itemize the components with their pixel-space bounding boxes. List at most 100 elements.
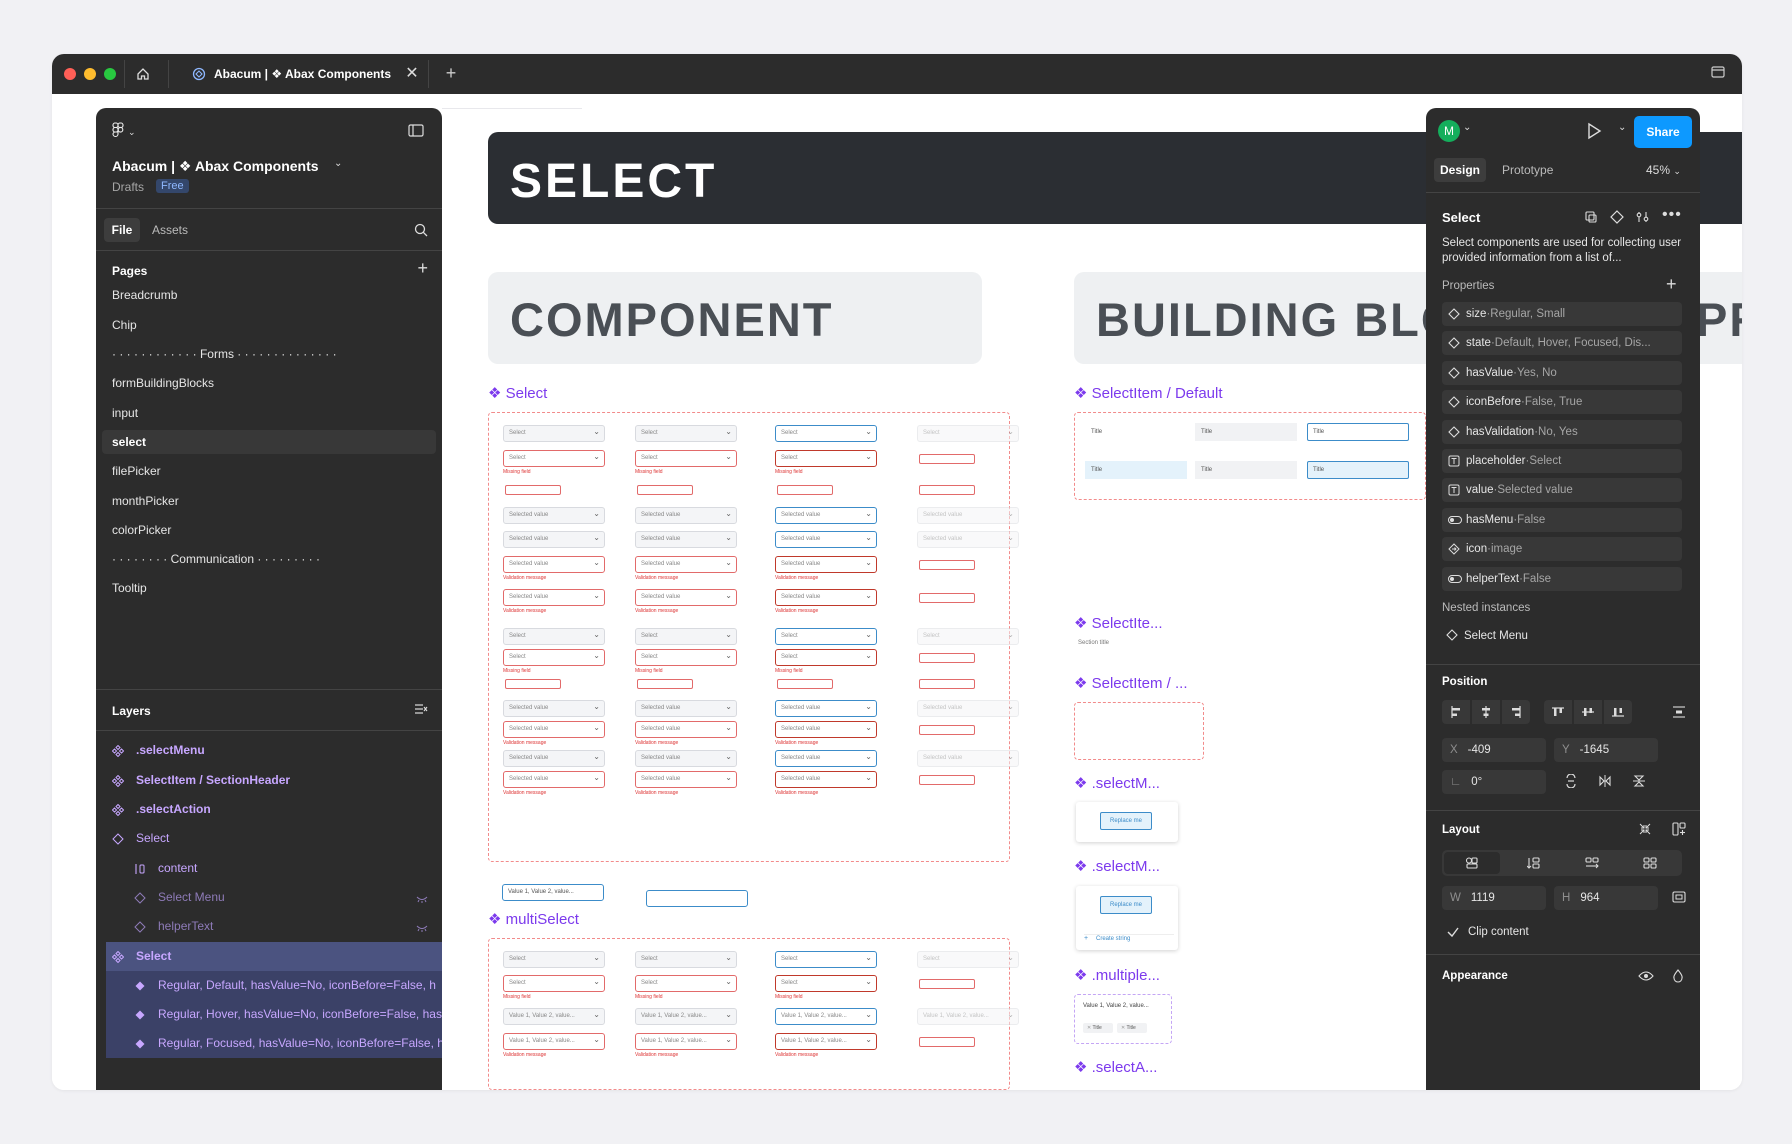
more-options-icon[interactable]: ••• xyxy=(1662,206,1682,224)
layer-row[interactable]: Select xyxy=(106,942,442,971)
select-variants-frame[interactable]: Select Select Select Select Select Missing fi… xyxy=(488,412,1019,862)
tab-design[interactable]: Design xyxy=(1434,158,1486,182)
component-settings-icon[interactable] xyxy=(1636,210,1650,227)
file-location[interactable]: Drafts xyxy=(112,180,144,194)
blend-mode-drop-icon[interactable] xyxy=(1672,969,1684,986)
layer-row[interactable]: Select xyxy=(96,824,442,853)
maximize-window-button[interactable] xyxy=(104,68,116,80)
multiselect-variants-frame[interactable]: Select Select Select Select Select Missing fi… xyxy=(488,938,1019,1090)
select-component-label[interactable]: ❖ Select xyxy=(488,384,547,402)
component-description[interactable]: Select components are used for collectin… xyxy=(1442,236,1686,266)
bb-label-2[interactable]: ❖ SelectItem / ... xyxy=(1074,674,1187,692)
bb-label-4[interactable]: ❖ .selectM... xyxy=(1074,857,1160,875)
multiselect-component-label[interactable]: ❖ multiSelect xyxy=(488,910,579,928)
page-item[interactable]: monthPicker xyxy=(102,489,436,513)
property-row[interactable]: hasMenu · False xyxy=(1442,507,1682,532)
present-play-icon[interactable] xyxy=(1586,122,1602,143)
tab-prototype[interactable]: Prototype xyxy=(1502,158,1553,182)
layer-row[interactable]: Select Menu xyxy=(96,883,442,912)
component-icon[interactable] xyxy=(1610,210,1624,227)
page-item[interactable]: input xyxy=(102,401,436,425)
width-field[interactable]: W 1119 xyxy=(1442,886,1546,910)
search-icon[interactable] xyxy=(414,223,428,242)
property-row[interactable]: helperText · False xyxy=(1442,566,1682,591)
tab-assets[interactable]: Assets xyxy=(152,218,188,242)
share-button[interactable]: Share xyxy=(1634,116,1692,148)
distribute-icon[interactable] xyxy=(1672,705,1686,719)
align-right-icon[interactable] xyxy=(1502,700,1530,724)
bb-label-3[interactable]: ❖ .selectM... xyxy=(1074,774,1160,792)
selection-name[interactable]: Select xyxy=(1442,210,1480,225)
x-field[interactable]: X -409 xyxy=(1442,738,1546,762)
bb-label-1[interactable]: ❖ SelectIte... xyxy=(1074,614,1162,632)
page-item[interactable]: Chip xyxy=(102,313,436,337)
close-window-button[interactable] xyxy=(64,68,76,80)
property-row[interactable]: state · Default, Hover, Focused, Dis... xyxy=(1442,331,1682,356)
file-name[interactable]: Abacum | ❖ Abax Components xyxy=(112,158,319,175)
avatar-chevron-icon[interactable]: ⌄ xyxy=(1463,122,1471,133)
align-center-h-icon[interactable] xyxy=(1472,700,1500,724)
y-field[interactable]: Y -1645 xyxy=(1554,738,1658,762)
layout-grid-option[interactable] xyxy=(1622,852,1678,874)
select-menu-preview-2[interactable]: Replace me + Create string xyxy=(1076,886,1178,950)
page-item[interactable]: filePicker xyxy=(102,459,436,483)
layers-collapse-icon[interactable] xyxy=(414,702,428,721)
close-tab-icon[interactable]: ✕ xyxy=(402,64,422,84)
rotation-field[interactable]: ∟ 0° xyxy=(1442,770,1546,794)
align-top-icon[interactable] xyxy=(1544,700,1572,724)
zoom-level[interactable]: 45% ⌄ xyxy=(1646,158,1681,182)
avatar[interactable]: M xyxy=(1438,120,1460,142)
tab-file[interactable]: File xyxy=(104,218,140,242)
align-left-icon[interactable] xyxy=(1442,700,1470,724)
selectitem-frame[interactable] xyxy=(1074,702,1204,760)
property-row[interactable]: icon · image xyxy=(1442,537,1682,562)
layer-row[interactable]: SelectItem / SectionHeader xyxy=(96,766,442,795)
page-item[interactable]: Breadcrumb xyxy=(102,283,436,307)
copy-link-icon[interactable] xyxy=(1584,210,1598,227)
panel-toggle-icon[interactable] xyxy=(1710,64,1730,84)
property-row[interactable]: iconBefore · False, True xyxy=(1442,390,1682,415)
page-item-selected[interactable]: select xyxy=(102,430,436,454)
add-property-icon[interactable]: + xyxy=(1666,274,1677,295)
property-row[interactable]: hasValue · Yes, No xyxy=(1442,360,1682,385)
page-item[interactable]: formBuildingBlocks xyxy=(102,371,436,395)
property-row[interactable]: value · Selected value xyxy=(1442,478,1682,503)
layout-horizontal-option[interactable] xyxy=(1564,852,1620,874)
eye-closed-icon[interactable] xyxy=(416,920,428,932)
nested-instance-row[interactable]: Select Menu xyxy=(1446,626,1528,646)
minimize-window-button[interactable] xyxy=(84,68,96,80)
page-item[interactable]: Tooltip xyxy=(102,576,436,600)
property-row[interactable]: size · Regular, Small xyxy=(1442,302,1682,326)
bb-label-6[interactable]: ❖ .selectA... xyxy=(1074,1058,1157,1076)
input-preview[interactable] xyxy=(646,890,748,907)
property-row[interactable]: hasValidation · No, Yes xyxy=(1442,419,1682,444)
add-page-icon[interactable]: + xyxy=(417,258,428,279)
layout-vertical-option[interactable] xyxy=(1506,852,1562,874)
new-tab-icon[interactable]: + xyxy=(440,62,462,84)
page-item[interactable]: · · · · · · · · Communication · · · · · … xyxy=(102,547,436,571)
select-menu-preview-1[interactable]: Replace me xyxy=(1076,802,1178,842)
clip-content-checkbox[interactable]: Clip content xyxy=(1442,922,1529,942)
bb-label-5[interactable]: ❖ .multiple... xyxy=(1074,966,1160,984)
layer-row[interactable]: content xyxy=(96,854,442,883)
present-chevron-icon[interactable]: ⌄ xyxy=(1618,122,1626,133)
sidebar-toggle-icon[interactable] xyxy=(408,124,426,140)
collapse-layout-icon[interactable] xyxy=(1638,822,1652,839)
layer-row[interactable]: Regular, Default, hasValue=No, iconBefor… xyxy=(106,971,442,1000)
rotate-90-icon[interactable] xyxy=(1564,773,1580,790)
resize-to-fit-icon[interactable] xyxy=(1672,890,1686,907)
layout-freeform-option[interactable] xyxy=(1444,852,1500,874)
flip-horizontal-icon[interactable] xyxy=(1598,774,1614,790)
layer-row[interactable]: Regular, Focused, hasValue=No, iconBefor… xyxy=(106,1029,442,1058)
main-menu-button[interactable]: ⌄ xyxy=(112,121,142,141)
flip-vertical-icon[interactable] xyxy=(1632,774,1648,790)
layout-grid-icon[interactable] xyxy=(1672,822,1686,839)
eye-closed-icon[interactable] xyxy=(416,891,428,903)
height-field[interactable]: H 964 xyxy=(1554,886,1658,910)
multiple-frame[interactable]: Value 1, Value 2, value... ✕ Title ✕ Tit… xyxy=(1074,994,1172,1044)
selectitem-default-frame[interactable]: Title Title Title Title Title Title xyxy=(1074,412,1426,500)
layer-row[interactable]: Regular, Hover, hasValue=No, iconBefore=… xyxy=(106,1000,442,1029)
multiselect-preview[interactable]: Value 1, Value 2, value... xyxy=(502,884,604,901)
layer-row[interactable]: .selectAction xyxy=(96,795,442,824)
layer-row[interactable]: .selectMenu xyxy=(96,736,442,765)
